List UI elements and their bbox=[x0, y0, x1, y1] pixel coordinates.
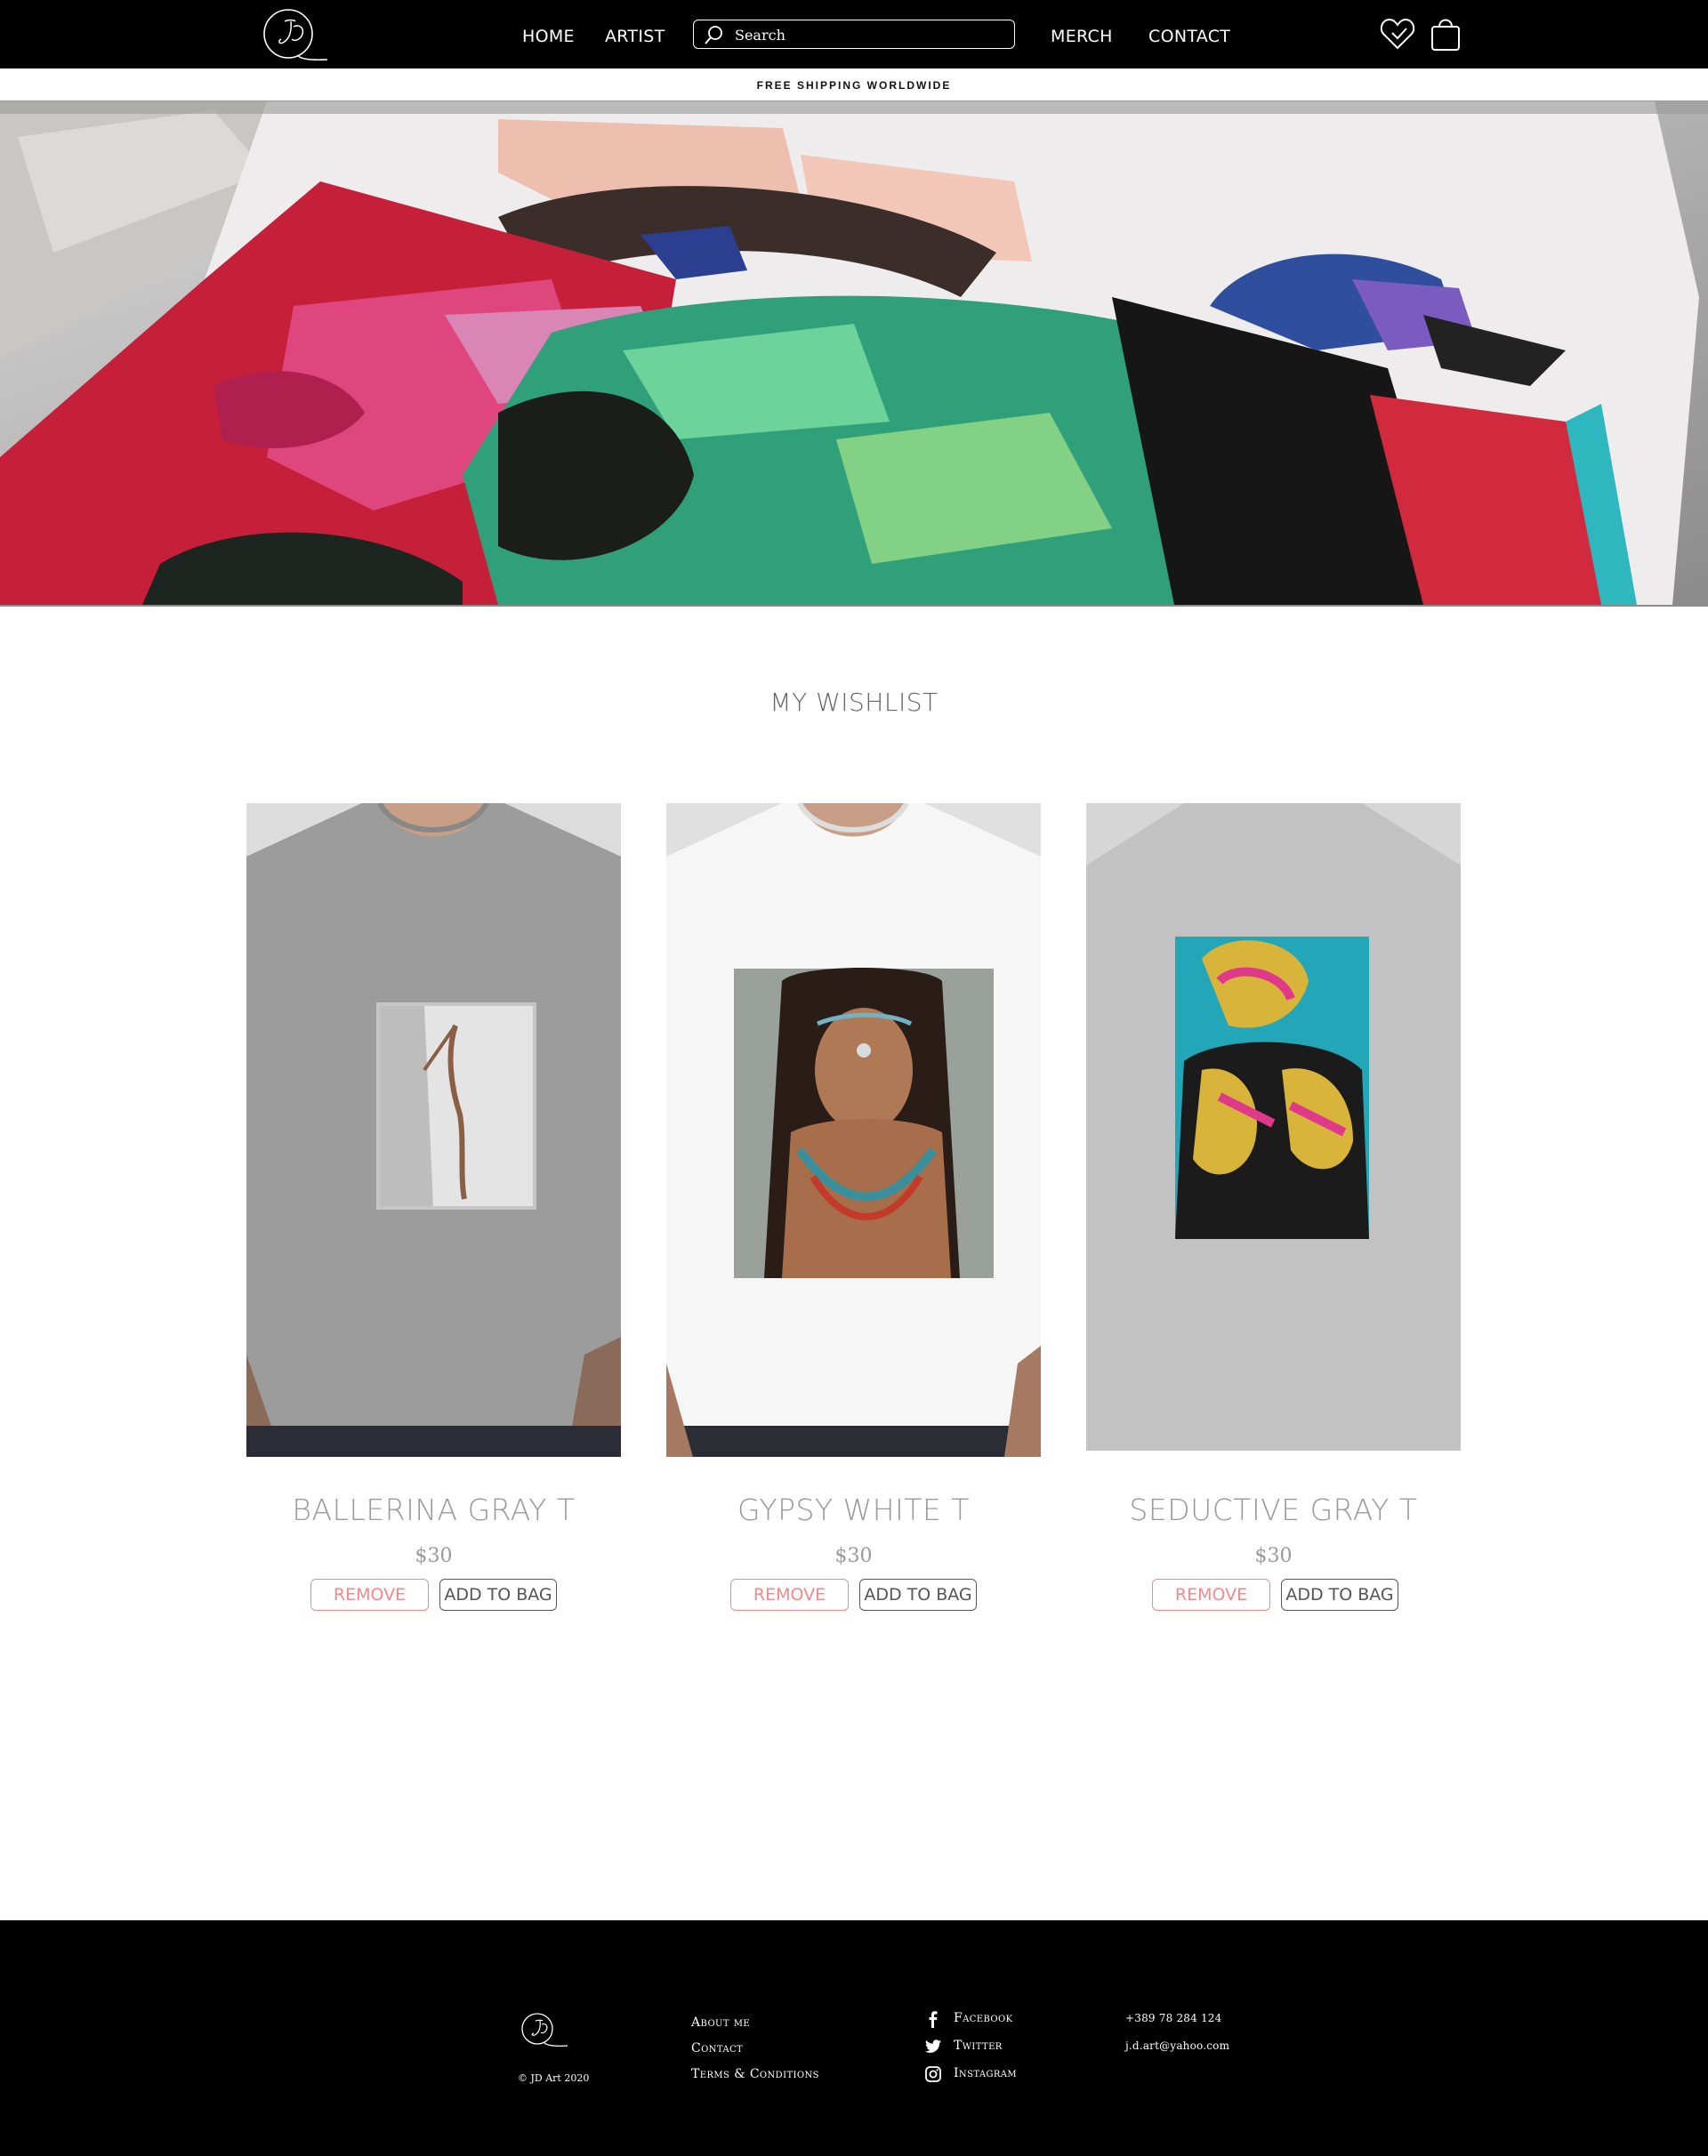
footer-phone[interactable]: +389 78 284 124 bbox=[1125, 2012, 1221, 2024]
nav-home[interactable]: HOME bbox=[522, 27, 575, 46]
footer-link-about[interactable]: About me bbox=[691, 2015, 750, 2030]
jd-logo[interactable] bbox=[242, 0, 338, 68]
product-price: $30 bbox=[1254, 1545, 1293, 1567]
instagram-icon[interactable] bbox=[924, 2065, 942, 2083]
add-to-bag-button[interactable]: ADD TO BAG bbox=[1281, 1579, 1398, 1611]
footer: © JD Art 2020 About me Contact Terms & C… bbox=[0, 1920, 1708, 2156]
footer-link-terms[interactable]: Terms & Conditions bbox=[691, 2067, 819, 2081]
add-to-bag-button[interactable]: ADD TO BAG bbox=[859, 1579, 977, 1611]
search-bar[interactable] bbox=[693, 20, 1015, 49]
add-to-bag-button[interactable]: ADD TO BAG bbox=[439, 1579, 557, 1611]
twitter-icon[interactable] bbox=[924, 2038, 942, 2055]
product-image[interactable] bbox=[666, 803, 1041, 1457]
tshirt-illustration bbox=[666, 803, 1041, 1457]
product-price: $30 bbox=[415, 1545, 453, 1567]
product-name[interactable]: SEDUCTIVE GRAY T bbox=[1086, 1492, 1461, 1527]
bag-icon[interactable] bbox=[1430, 14, 1461, 52]
footer-link-twitter[interactable]: Twitter bbox=[954, 2039, 1003, 2053]
shipping-banner: FREE SHIPPING WORLDWIDE bbox=[0, 68, 1708, 101]
heart-icon[interactable] bbox=[1380, 16, 1415, 52]
tshirt-illustration bbox=[1086, 803, 1461, 1457]
footer-link-instagram[interactable]: Instagram bbox=[954, 2066, 1017, 2080]
product-image[interactable] bbox=[1086, 803, 1461, 1457]
copyright-text: © JD Art 2020 bbox=[518, 2072, 590, 2084]
remove-button[interactable]: REMOVE bbox=[1152, 1579, 1270, 1611]
page-title: MY WISHLIST bbox=[769, 688, 939, 717]
tshirt-illustration bbox=[246, 803, 621, 1457]
nav-contact[interactable]: CONTACT bbox=[1148, 27, 1230, 46]
search-input[interactable] bbox=[733, 22, 1003, 47]
search-icon bbox=[705, 26, 722, 44]
hero-painting-illustration bbox=[0, 101, 1708, 605]
product-image[interactable] bbox=[246, 803, 621, 1457]
facebook-icon[interactable] bbox=[924, 2010, 942, 2028]
footer-link-contact[interactable]: Contact bbox=[691, 2041, 743, 2055]
product-name[interactable]: GYPSY WHITE T bbox=[666, 1492, 1041, 1527]
product-price: $30 bbox=[834, 1545, 873, 1567]
footer-link-facebook[interactable]: Facebook bbox=[954, 2011, 1013, 2025]
footer-jd-logo[interactable] bbox=[518, 2010, 569, 2051]
top-navigation-bar: HOME ARTIST MERCH CONTACT bbox=[0, 0, 1708, 68]
nav-artist[interactable]: ARTIST bbox=[605, 27, 665, 46]
remove-button[interactable]: REMOVE bbox=[730, 1579, 849, 1611]
hero-painting-image bbox=[0, 101, 1708, 607]
nav-merch[interactable]: MERCH bbox=[1051, 27, 1113, 46]
product-name[interactable]: BALLERINA GRAY T bbox=[246, 1492, 621, 1527]
shipping-banner-text: FREE SHIPPING WORLDWIDE bbox=[756, 79, 952, 92]
remove-button[interactable]: REMOVE bbox=[310, 1579, 429, 1611]
footer-email[interactable]: j.d.art@yahoo.com bbox=[1125, 2039, 1229, 2052]
